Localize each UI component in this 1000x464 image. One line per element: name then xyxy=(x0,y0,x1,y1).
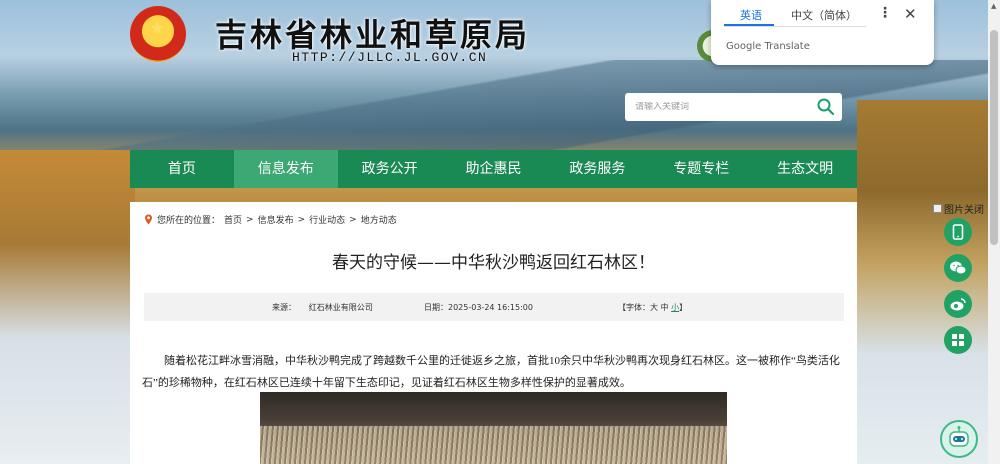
miniprogram-button[interactable] xyxy=(944,326,972,354)
search-input[interactable] xyxy=(635,102,805,112)
scroll-thumb[interactable] xyxy=(990,30,998,245)
background-mountains xyxy=(0,60,1000,150)
close-icon[interactable]: ✕ xyxy=(904,5,917,23)
nav-item-gov-affairs[interactable]: 政务公开 xyxy=(338,150,442,188)
photo-reeds xyxy=(260,426,727,464)
wechat-share-button[interactable] xyxy=(944,254,972,282)
mobile-phone-button[interactable] xyxy=(944,218,972,246)
main-nav: 首页 信息发布 政务公开 助企惠民 政务服务 专题专栏 生态文明 xyxy=(130,150,857,188)
location-pin-icon xyxy=(145,214,152,225)
breadcrumb-separator: > xyxy=(246,214,254,225)
breadcrumb: 您所在的位置： 首页 > 信息发布 > 行业动态 > 地方动态 xyxy=(144,213,397,226)
search-icon[interactable] xyxy=(816,97,836,117)
weibo-icon xyxy=(950,298,966,311)
article-title: 春天的守候——中华秋沙鸭返回红石林区！ xyxy=(332,253,655,273)
article-body: 随着松花江畔冰雪消融，中华秋沙鸭完成了跨越数千公里的迁徙返乡之旅，首批10余只中… xyxy=(142,355,840,389)
breadcrumb-separator: > xyxy=(297,214,306,225)
translate-active-indicator xyxy=(724,24,774,26)
robot-icon xyxy=(949,426,969,447)
wechat-icon xyxy=(950,261,967,275)
nav-item-special-topics[interactable]: 专题专栏 xyxy=(649,150,753,188)
scroll-up-arrow-icon[interactable]: ▲ xyxy=(991,2,996,10)
grid-apps-icon xyxy=(952,334,964,346)
background-forest-left xyxy=(0,150,135,464)
background-forest-right xyxy=(857,100,1000,464)
date-value: 2025-03-24 16:15:00 xyxy=(448,303,533,312)
nav-item-business-support[interactable]: 助企惠民 xyxy=(442,150,546,188)
breadcrumb-news[interactable]: 信息发布 xyxy=(258,213,294,226)
breadcrumb-home[interactable]: 首页 xyxy=(224,213,242,226)
source-value: 红石林业有限公司 xyxy=(308,303,373,312)
nav-item-news[interactable]: 信息发布 xyxy=(233,150,338,188)
font-size-switcher: 【字体：大 中 小】 xyxy=(618,302,687,313)
font-close: 】 xyxy=(679,303,688,312)
chatbot-robot-button[interactable] xyxy=(940,420,978,458)
emblem-star-icon: ★ xyxy=(149,18,166,39)
breadcrumb-separator: > xyxy=(349,214,357,225)
date-label: 日期： xyxy=(424,303,448,312)
translate-divider xyxy=(724,26,866,27)
more-options-icon[interactable]: ⋮ xyxy=(878,5,892,21)
article-source: 来源： 红石林业有限公司 xyxy=(272,302,373,313)
breadcrumb-prefix: 您所在的位置： xyxy=(157,216,221,226)
nav-item-ecology[interactable]: 生态文明 xyxy=(753,150,857,188)
font-large-button[interactable]: 大 xyxy=(650,303,658,312)
nav-item-home[interactable]: 首页 xyxy=(130,150,234,188)
google-translate-popup: 英语 中文（简体） ⋮ ✕ Google Translate xyxy=(711,0,934,65)
translate-tab-english[interactable]: 英语 xyxy=(740,7,762,23)
font-small-button[interactable]: 小 xyxy=(671,303,679,312)
breadcrumb-industry[interactable]: 行业动态 xyxy=(309,213,345,226)
article-date: 日期：2025-03-24 16:15:00 xyxy=(424,302,533,313)
font-medium-button[interactable]: 中 xyxy=(661,303,669,312)
weibo-share-button[interactable] xyxy=(944,290,972,318)
translate-tab-chinese[interactable]: 中文（简体） xyxy=(791,7,857,23)
breadcrumb-local[interactable]: 地方动态 xyxy=(361,213,397,226)
search-box xyxy=(625,93,842,121)
font-label: 【字体： xyxy=(618,303,650,312)
google-translate-brand: Google Translate xyxy=(726,41,810,52)
broken-image-icon xyxy=(933,204,942,213)
article-photo xyxy=(260,392,727,464)
mobile-phone-icon xyxy=(952,224,964,240)
side-close-label: 图片关闭 xyxy=(944,205,984,216)
side-image-close[interactable]: 图片关闭 xyxy=(933,201,984,216)
nav-item-gov-services[interactable]: 政务服务 xyxy=(545,150,649,188)
source-label: 来源： xyxy=(272,303,296,312)
site-url: HTTP://JLLC.JL.GOV.CN xyxy=(292,50,488,65)
article-meta-bar: 来源： 红石林业有限公司 日期：2025-03-24 16:15:00 【字体：… xyxy=(144,293,844,321)
article-panel: 您所在的位置： 首页 > 信息发布 > 行业动态 > 地方动态 春天的守候——中华秋沙鸭返回红… xyxy=(130,202,857,464)
